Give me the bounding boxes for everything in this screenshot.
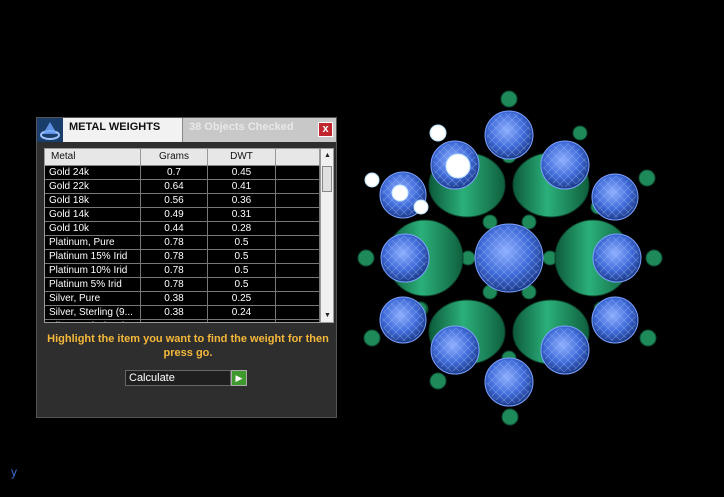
metal-weights-panel: METAL WEIGHTS 38 Objects Checked x Metal… (36, 117, 337, 418)
extra-cell (276, 208, 320, 221)
column-header-extra[interactable] (276, 149, 320, 165)
extra-cell (276, 236, 320, 249)
panel-title: METAL WEIGHTS (69, 121, 161, 133)
metal-cell: Gold 18k (45, 194, 141, 207)
metal-cell: Silver, Coin (900) (45, 320, 141, 322)
table-row[interactable]: Gold 18k 0.56 0.36 (45, 194, 320, 208)
metal-table: Metal Grams DWT Gold 24k 0.7 0.45 Gold 22k 0… (44, 148, 334, 323)
scroll-thumb[interactable] (322, 166, 332, 192)
scroll-up-icon[interactable]: ▲ (321, 149, 333, 162)
table-row[interactable]: Silver, Coin (900)0.370.24 (45, 320, 320, 322)
extra-cell (276, 222, 320, 235)
extra-cell (276, 292, 320, 305)
table-row[interactable]: Silver, Sterling (9... 0.38 0.24 (45, 306, 320, 320)
metal-cell: Platinum 15% Irid (45, 250, 141, 263)
dwt-cell: 0.5 (208, 264, 276, 277)
grams-cell: 0.78 (141, 264, 208, 277)
grams-cell: 0.44 (141, 222, 208, 235)
dwt-cell: 0.28 (208, 222, 276, 235)
calculate-select[interactable]: Calculate (125, 370, 231, 386)
play-arrow-icon[interactable]: ▶ (231, 370, 247, 386)
metal-cell: Gold 22k (45, 180, 141, 193)
dwt-cell: 0.24 (208, 320, 276, 322)
table-rows: Gold 24k 0.7 0.45 Gold 22k 0.64 0.41 Gold 18k 0… (45, 166, 320, 322)
close-icon[interactable]: x (318, 122, 333, 137)
metal-cell: Gold 10k (45, 222, 141, 235)
grams-cell: 0.37 (141, 320, 208, 322)
panel-title-tab[interactable]: METAL WEIGHTS (63, 118, 183, 142)
grams-cell: 0.78 (141, 250, 208, 263)
table-row[interactable]: Platinum 15% Irid 0.78 0.5 (45, 250, 320, 264)
extra-cell (276, 264, 320, 277)
table-row[interactable]: Platinum 5% Irid 0.78 0.5 (45, 278, 320, 292)
table-header: Metal Grams DWT (45, 149, 320, 166)
extra-cell (276, 250, 320, 263)
table-row[interactable]: Platinum 10% Irid 0.78 0.5 (45, 264, 320, 278)
table-scrollbar[interactable]: ▲ ▼ (320, 149, 333, 322)
metal-cell: Gold 14k (45, 208, 141, 221)
dwt-cell: 0.25 (208, 292, 276, 305)
dwt-cell: 0.5 (208, 236, 276, 249)
dwt-cell: 0.5 (208, 278, 276, 291)
jewelry-ring-icon (37, 118, 63, 142)
metal-cell: Platinum 10% Irid (45, 264, 141, 277)
extra-cell (276, 166, 320, 179)
grams-cell: 0.56 (141, 194, 208, 207)
column-header-metal[interactable]: Metal (45, 149, 141, 165)
grams-cell: 0.78 (141, 236, 208, 249)
extra-cell (276, 278, 320, 291)
extra-cell (276, 320, 320, 322)
scroll-down-icon[interactable]: ▼ (321, 309, 333, 322)
dwt-cell: 0.24 (208, 306, 276, 319)
gem-facets (382, 113, 639, 404)
extra-cell (276, 180, 320, 193)
column-header-grams[interactable]: Grams (141, 149, 208, 165)
table-row[interactable]: Gold 10k 0.44 0.28 (45, 222, 320, 236)
metal-cell: Gold 24k (45, 166, 141, 179)
metal-cell: Silver, Pure (45, 292, 141, 305)
extra-cell (276, 194, 320, 207)
instruction-text: Highlight the item you want to find the … (47, 333, 329, 359)
metal-cell: Silver, Sterling (9... (45, 306, 141, 319)
metal-cell: Platinum, Pure (45, 236, 141, 249)
grams-cell: 0.64 (141, 180, 208, 193)
dwt-cell: 0.31 (208, 208, 276, 221)
dwt-cell: 0.45 (208, 166, 276, 179)
grams-cell: 0.78 (141, 278, 208, 291)
panel-titlebar[interactable]: METAL WEIGHTS 38 Objects Checked x (37, 118, 336, 142)
metal-cell: Platinum 5% Irid (45, 278, 141, 291)
grams-cell: 0.49 (141, 208, 208, 221)
grams-cell: 0.7 (141, 166, 208, 179)
dwt-cell: 0.36 (208, 194, 276, 207)
grams-cell: 0.38 (141, 306, 208, 319)
extra-cell (276, 306, 320, 319)
table-row[interactable]: Gold 22k 0.64 0.41 (45, 180, 320, 194)
table-row[interactable]: Gold 24k 0.7 0.45 (45, 166, 320, 180)
table-row[interactable]: Silver, Pure 0.38 0.25 (45, 292, 320, 306)
dwt-cell: 0.41 (208, 180, 276, 193)
column-header-dwt[interactable]: DWT (208, 149, 276, 165)
table-row[interactable]: Gold 14k 0.49 0.31 (45, 208, 320, 222)
table-row[interactable]: Platinum, Pure 0.78 0.5 (45, 236, 320, 250)
grams-cell: 0.38 (141, 292, 208, 305)
axis-indicator: y (11, 465, 17, 479)
dwt-cell: 0.5 (208, 250, 276, 263)
objects-checked-status: 38 Objects Checked (189, 121, 294, 133)
